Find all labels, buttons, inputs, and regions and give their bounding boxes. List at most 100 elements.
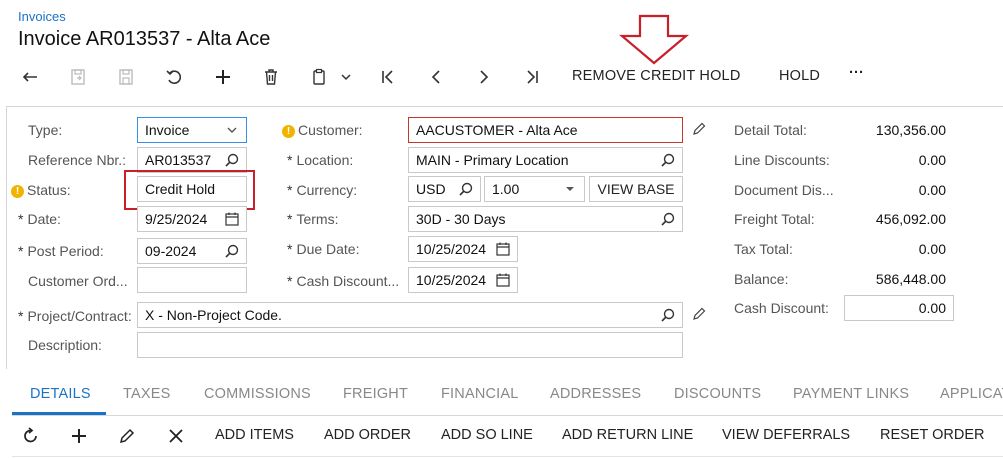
pencil-icon[interactable] [691, 306, 707, 322]
details-grid-toolbar: ADD ITEMS ADD ORDER ADD SO LINE ADD RETU… [0, 418, 1003, 452]
breadcrumb[interactable]: Invoices [18, 9, 66, 24]
back-icon[interactable] [19, 66, 41, 88]
type-select[interactable]: Invoice [137, 117, 247, 143]
status-label: ! Status: [11, 182, 71, 198]
location-value: MAIN - Primary Location [416, 152, 569, 168]
tab-taxes[interactable]: TAXES [123, 386, 170, 402]
search-icon[interactable] [458, 181, 474, 197]
reset-order-button[interactable]: RESET ORDER [880, 427, 984, 443]
balance-label: Balance: [734, 271, 789, 287]
currency-field[interactable]: USD [408, 176, 481, 202]
project-contract-field[interactable]: X - Non-Project Code. [137, 302, 683, 328]
search-icon[interactable] [224, 152, 240, 168]
hold-button[interactable]: HOLD [779, 68, 820, 84]
more-actions-button[interactable]: ··· [849, 65, 864, 81]
due-date-field[interactable]: 10/25/2024 [408, 236, 518, 262]
first-record-icon[interactable] [377, 66, 399, 88]
add-order-button[interactable]: ADD ORDER [324, 427, 411, 443]
due-date-value: 10/25/2024 [416, 241, 487, 257]
tab-addresses[interactable]: ADDRESSES [550, 386, 641, 402]
due-date-label: * Due Date: [287, 241, 360, 257]
edit-icon[interactable] [117, 426, 137, 446]
required-mark: * [287, 182, 293, 198]
document-discount-value: 0.00 [918, 182, 946, 198]
remove-credit-hold-button[interactable]: REMOVE CREDIT HOLD [572, 68, 741, 84]
tab-discounts[interactable]: DISCOUNTS [674, 386, 761, 402]
tab-financial[interactable]: FINANCIAL [441, 386, 519, 402]
cash-discount-label: Cash Discount: [734, 300, 829, 316]
search-icon[interactable] [660, 152, 676, 168]
add-return-line-button[interactable]: ADD RETURN LINE [562, 427, 693, 443]
tab-commissions[interactable]: COMMISSIONS [204, 386, 311, 402]
location-field[interactable]: MAIN - Primary Location [408, 147, 683, 173]
undo-icon[interactable] [163, 66, 185, 88]
tab-freight[interactable]: FREIGHT [343, 386, 408, 402]
calendar-icon[interactable] [495, 241, 511, 257]
project-contract-label: * Project/Contract: [18, 308, 132, 324]
reference-nbr-value: AR013537 [145, 152, 212, 168]
document-discount-label: Document Dis... [734, 182, 834, 198]
tab-details[interactable]: DETAILS [30, 386, 91, 402]
post-period-label: * Post Period: [18, 243, 104, 259]
currency-value: USD [416, 181, 446, 197]
currency-label: * Currency: [287, 182, 357, 198]
search-icon[interactable] [224, 243, 240, 259]
save-icon[interactable] [115, 66, 137, 88]
required-mark: * [18, 243, 24, 259]
project-contract-label-text: Project/Contract: [27, 308, 132, 324]
post-period-field[interactable]: 09-2024 [137, 238, 247, 264]
tab-applications[interactable]: APPLICAT [940, 386, 1003, 402]
tab-payment-links[interactable]: PAYMENT LINKS [793, 386, 909, 402]
date-label-text: Date: [27, 211, 61, 227]
refresh-icon[interactable] [21, 426, 41, 446]
cash-discount-date-value: 10/25/2024 [416, 272, 487, 288]
delete-icon[interactable] [260, 66, 282, 88]
currency-label-text: Currency: [296, 182, 358, 198]
last-record-icon[interactable] [521, 66, 543, 88]
currency-rate-select[interactable]: 1.00 [484, 176, 585, 202]
next-record-icon[interactable] [473, 66, 495, 88]
calendar-icon[interactable] [224, 211, 240, 227]
warning-icon: ! [282, 125, 295, 138]
caret-down-icon [566, 187, 574, 191]
customer-order-field[interactable] [137, 267, 247, 293]
date-field[interactable]: 9/25/2024 [137, 206, 247, 232]
add-icon[interactable] [212, 66, 234, 88]
previous-record-icon[interactable] [425, 66, 447, 88]
copy-paste-icon[interactable] [308, 66, 330, 88]
search-icon[interactable] [660, 211, 676, 227]
required-mark: * [287, 273, 293, 289]
view-deferrals-button[interactable]: VIEW DEFERRALS [722, 427, 850, 443]
add-row-icon[interactable] [69, 426, 89, 446]
add-so-line-button[interactable]: ADD SO LINE [441, 427, 533, 443]
reference-nbr-label: Reference Nbr.: [28, 152, 127, 168]
balance-value: 586,448.00 [875, 271, 946, 287]
annotation-down-arrow-icon [618, 14, 690, 65]
cash-discount-date-label: * Cash Discount... [287, 273, 399, 289]
calendar-icon[interactable] [495, 272, 511, 288]
description-field[interactable] [137, 332, 683, 358]
delete-row-icon[interactable] [166, 426, 186, 446]
date-value: 9/25/2024 [145, 211, 208, 227]
annotation-highlight-box [124, 170, 255, 210]
project-contract-value: X - Non-Project Code. [145, 307, 282, 323]
save-close-icon[interactable] [67, 66, 89, 88]
pencil-icon[interactable] [691, 121, 707, 137]
type-value: Invoice [145, 122, 190, 138]
required-mark: * [287, 241, 293, 257]
search-icon[interactable] [660, 307, 676, 323]
customer-order-label: Customer Ord... [28, 273, 128, 289]
warning-icon: ! [11, 185, 24, 198]
customer-field[interactable]: AACUSTOMER - Alta Ace [408, 117, 683, 143]
chevron-down-icon[interactable] [335, 66, 357, 88]
post-period-value: 09-2024 [145, 243, 197, 259]
tax-total-value: 0.00 [918, 241, 946, 257]
view-base-button[interactable]: VIEW BASE [589, 176, 683, 202]
terms-label: * Terms: [287, 211, 338, 227]
terms-field[interactable]: 30D - 30 Days [408, 206, 683, 232]
cash-discount-date-field[interactable]: 10/25/2024 [408, 267, 518, 293]
add-items-button[interactable]: ADD ITEMS [215, 427, 294, 443]
freight-total-value: 456,092.00 [875, 211, 946, 227]
cash-discount-field[interactable]: 0.00 [844, 295, 954, 321]
currency-rate-value: 1.00 [492, 181, 520, 197]
